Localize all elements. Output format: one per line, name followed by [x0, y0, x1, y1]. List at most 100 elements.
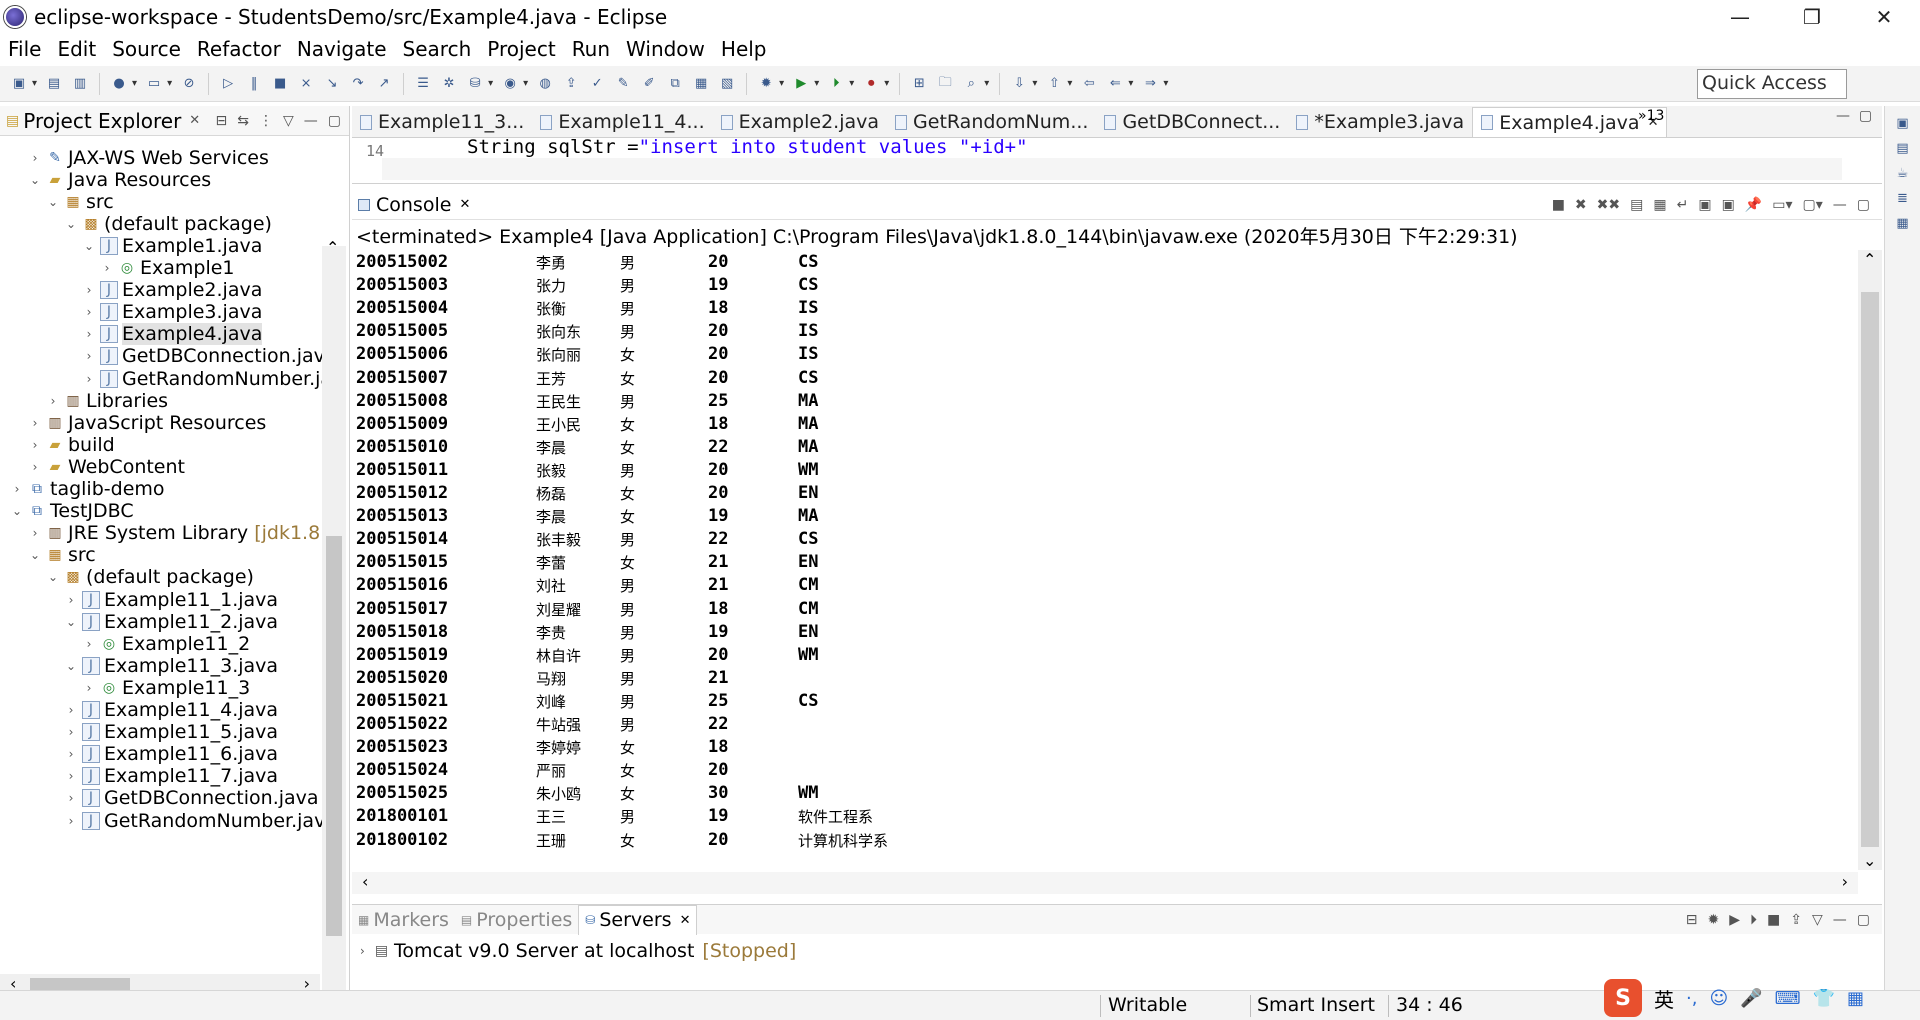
chevron-right-icon[interactable]: ›: [28, 460, 42, 474]
debug-icon[interactable]: ✹: [755, 73, 777, 95]
chevron-right-icon[interactable]: ›: [360, 944, 365, 958]
chevron-right-icon[interactable]: ›: [28, 438, 42, 452]
wsdl-icon[interactable]: ▦: [690, 73, 712, 95]
chevron-right-icon[interactable]: ›: [64, 747, 78, 761]
task-list-icon[interactable]: ▦: [1885, 216, 1920, 231]
collapse-icon[interactable]: ⊟: [1686, 912, 1698, 928]
scroll-up-icon[interactable]: ⌃: [1863, 250, 1876, 269]
close-icon[interactable]: ✕: [680, 913, 691, 928]
chevron-down-icon[interactable]: ⌄: [64, 615, 78, 629]
web-service-icon[interactable]: ⧉: [664, 73, 686, 95]
external-tools-dropdown-icon[interactable]: ▾: [884, 78, 889, 89]
search-icon[interactable]: ⌕: [960, 73, 982, 95]
remove-launch-icon[interactable]: ✖: [1575, 197, 1587, 213]
skip-breakpoints-icon[interactable]: ⊘: [178, 73, 200, 95]
tab-getdbconnection[interactable]: GetDBConnect...: [1096, 107, 1288, 137]
ime-emoji-icon[interactable]: ☺: [1709, 988, 1728, 1009]
chevron-down-icon[interactable]: ⌄: [64, 659, 78, 673]
run-last-tool-icon[interactable]: ⏵: [825, 73, 847, 95]
chevron-right-icon[interactable]: ›: [64, 593, 78, 607]
ime-language[interactable]: 英: [1654, 984, 1674, 1013]
maximize-button[interactable]: ❐: [1776, 0, 1848, 34]
scroll-up-icon[interactable]: ⌃: [326, 238, 339, 257]
tab-example3[interactable]: *Example3.java: [1288, 107, 1472, 137]
profile-server-icon[interactable]: ⏵: [1750, 912, 1757, 928]
menu-navigate[interactable]: Navigate: [289, 37, 395, 61]
chevron-right-icon[interactable]: ›: [100, 261, 114, 275]
minimize-view-icon[interactable]: —: [1833, 912, 1847, 928]
ime-skin-icon[interactable]: 👕: [1813, 988, 1835, 1009]
quick-access-input[interactable]: Quick Access: [1697, 69, 1847, 99]
start-server-icon[interactable]: ▶: [1729, 912, 1740, 928]
java-perspective-icon[interactable]: ☕: [1885, 166, 1920, 181]
save-all-icon[interactable]: ▥: [69, 73, 91, 95]
maximize-view-icon[interactable]: ▢: [1857, 912, 1870, 928]
terminal-icon[interactable]: ▭: [143, 73, 165, 95]
sogou-logo-icon[interactable]: S: [1604, 979, 1642, 1017]
next-annotation-icon[interactable]: ⇩: [1008, 73, 1030, 95]
menu-source[interactable]: Source: [104, 37, 189, 61]
chevron-down-icon[interactable]: ⌄: [28, 173, 42, 187]
debug-config-icon[interactable]: ●: [108, 73, 130, 95]
server-dropdown-icon[interactable]: ▾: [488, 78, 493, 89]
tab-getrandomnumber[interactable]: GetRandomNum...: [887, 107, 1096, 137]
chevron-right-icon[interactable]: ›: [64, 703, 78, 717]
menu-search[interactable]: Search: [395, 37, 480, 61]
forward-icon[interactable]: ⇒: [1139, 73, 1161, 95]
highlight-icon[interactable]: ✓: [586, 73, 608, 95]
previous-annotation-icon[interactable]: ⇧: [1043, 73, 1065, 95]
chevron-down-icon[interactable]: ⌄: [46, 570, 60, 584]
previous-annotation-dropdown-icon[interactable]: ▾: [1067, 78, 1072, 89]
close-button[interactable]: ✕: [1848, 0, 1920, 34]
ime-keyboard-icon[interactable]: ⌨: [1775, 988, 1801, 1009]
chevron-down-icon[interactable]: ⌄: [10, 504, 24, 518]
layout-icon[interactable]: ▧: [716, 73, 738, 95]
chevron-down-icon[interactable]: ⌄: [64, 217, 78, 231]
editor-horizontal-scrollbar[interactable]: [382, 158, 1842, 180]
external-tools-icon[interactable]: ⏺: [860, 73, 882, 95]
chevron-right-icon[interactable]: ›: [64, 725, 78, 739]
disconnect-icon[interactable]: ⨯: [295, 73, 317, 95]
outline-icon[interactable]: ≣: [1885, 191, 1920, 206]
menu-file[interactable]: File: [0, 37, 49, 61]
chevron-right-icon[interactable]: ›: [28, 526, 42, 540]
word-wrap-icon[interactable]: ↵: [1677, 197, 1689, 213]
run-last-tool-dropdown-icon[interactable]: ▾: [849, 78, 854, 89]
scroll-left-icon[interactable]: ‹: [362, 872, 368, 891]
link-with-editor-icon[interactable]: ⇆: [237, 113, 249, 129]
menu-window[interactable]: Window: [618, 37, 713, 61]
step-into-icon[interactable]: ↘: [321, 73, 343, 95]
publish-server-icon[interactable]: ⇪: [1790, 912, 1802, 928]
open-folder-icon[interactable]: 🗀: [934, 73, 956, 95]
chevron-down-icon[interactable]: ⌄: [46, 195, 60, 209]
collapse-all-icon[interactable]: ⊟: [216, 113, 228, 129]
clear-console-icon[interactable]: ▤: [1630, 197, 1643, 213]
chevron-down-icon[interactable]: ⌄: [28, 548, 42, 562]
chevron-right-icon[interactable]: ›: [64, 814, 78, 828]
terminal-dropdown-icon[interactable]: ▾: [167, 78, 172, 89]
chevron-right-icon[interactable]: ›: [46, 394, 60, 408]
new-icon[interactable]: ▣: [8, 73, 30, 95]
new-dropdown-icon[interactable]: ▾: [32, 78, 37, 89]
chevron-right-icon[interactable]: ›: [82, 305, 96, 319]
menu-help[interactable]: Help: [713, 37, 775, 61]
console-output[interactable]: 200515002 李勇男 20 CS 200515003 张力男 19 CS 20051500…: [352, 250, 1862, 870]
maximize-view-icon[interactable]: ▢: [328, 113, 341, 129]
tab-servers[interactable]: ⛁ Servers ✕: [578, 904, 698, 935]
chevron-right-icon[interactable]: ›: [28, 416, 42, 430]
editor-min-max-icons[interactable]: — ▢: [1836, 108, 1872, 124]
chevron-right-icon[interactable]: ›: [82, 372, 96, 386]
chevron-right-icon[interactable]: ›: [64, 791, 78, 805]
open-console-icon[interactable]: ▢▾: [1803, 197, 1823, 213]
chevron-right-icon[interactable]: ›: [64, 769, 78, 783]
show-on-error-icon[interactable]: ▣: [1722, 197, 1735, 213]
debug-server-icon[interactable]: ✹: [1708, 912, 1720, 928]
save-icon[interactable]: ▤: [43, 73, 65, 95]
display-console-icon[interactable]: ▭▾: [1772, 197, 1792, 213]
web-browser-icon[interactable]: ◉: [499, 73, 521, 95]
scroll-lock-icon[interactable]: ▦: [1653, 197, 1666, 213]
chevron-right-icon[interactable]: ›: [82, 283, 96, 297]
terminate-icon[interactable]: ■: [269, 73, 291, 95]
console-tab[interactable]: Console ✕: [352, 194, 470, 216]
edit-mark-icon[interactable]: ✎: [612, 73, 634, 95]
